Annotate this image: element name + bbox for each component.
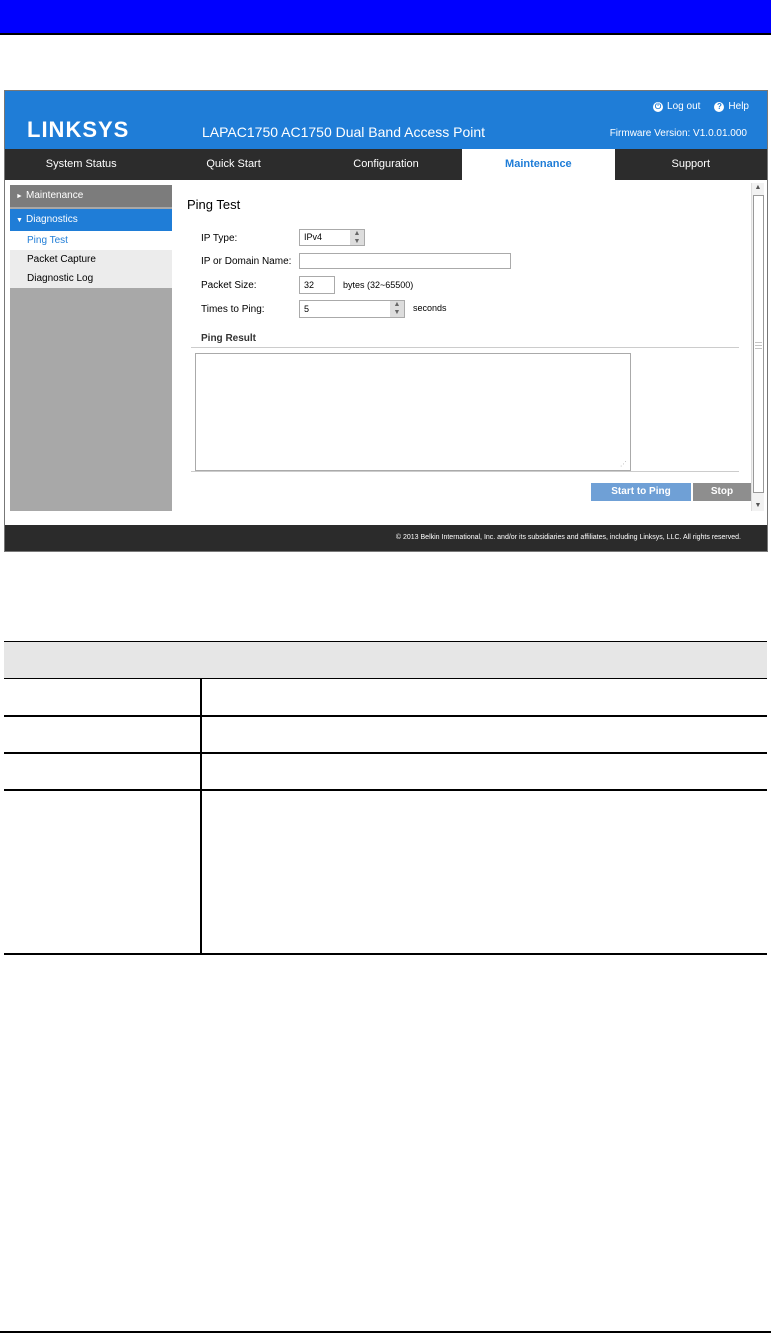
packet-size-label: Packet Size: bbox=[201, 280, 257, 291]
times-to-ping-label: Times to Ping: bbox=[201, 304, 265, 315]
spinner-arrows-icon: ▲ ▼ bbox=[390, 301, 404, 317]
page-bottom-rule bbox=[0, 1331, 771, 1333]
scroll-up-icon[interactable]: ▲ bbox=[752, 183, 764, 193]
scroll-thumb[interactable]: — — — bbox=[753, 195, 764, 493]
tab-configuration[interactable]: Configuration bbox=[310, 149, 462, 180]
tab-system-status[interactable]: System Status bbox=[5, 149, 157, 180]
help-label: Help bbox=[728, 101, 749, 112]
logout-link[interactable]: ⏻ Log out bbox=[653, 101, 700, 112]
sidebar-group-label: Diagnostics bbox=[26, 214, 78, 225]
help-link[interactable]: ? Help bbox=[714, 101, 749, 112]
sidebar-submenu: Ping Test Packet Capture Diagnostic Log bbox=[10, 231, 172, 288]
table-row-divider bbox=[4, 752, 767, 754]
table-header-row bbox=[4, 641, 767, 679]
header-links: ⏻ Log out ? Help bbox=[653, 101, 749, 112]
router-ui-screenshot: LINKSYS LAPAC1750 AC1750 Dual Band Acces… bbox=[4, 90, 768, 552]
table-column-divider bbox=[200, 678, 202, 955]
help-icon: ? bbox=[714, 101, 725, 112]
table-row-divider bbox=[4, 715, 767, 717]
ip-type-label: IP Type: bbox=[201, 233, 238, 244]
start-ping-button[interactable]: Start to Ping bbox=[591, 483, 691, 501]
caret-down-icon: ▼ bbox=[16, 217, 23, 224]
ip-domain-label: IP or Domain Name: bbox=[201, 256, 292, 267]
scroll-down-icon[interactable]: ▼ bbox=[752, 501, 764, 511]
ping-result-textarea[interactable]: ⋰ bbox=[195, 353, 631, 471]
table-row-divider bbox=[4, 953, 767, 955]
sidebar-group-label: Maintenance bbox=[26, 190, 84, 201]
app-header: LINKSYS LAPAC1750 AC1750 Dual Band Acces… bbox=[5, 91, 767, 149]
stop-button[interactable]: Stop bbox=[693, 483, 751, 501]
field-description-table bbox=[4, 641, 767, 955]
power-icon: ⏻ bbox=[653, 101, 664, 112]
ip-type-select[interactable]: IPv4 ▲ ▼ bbox=[299, 229, 365, 246]
divider bbox=[191, 347, 739, 348]
vertical-scrollbar[interactable]: ▲ — — — ▼ bbox=[751, 183, 764, 511]
packet-size-input[interactable]: 32 bbox=[299, 276, 335, 294]
firmware-version: Firmware Version: V1.0.01.000 bbox=[609, 128, 747, 139]
ping-result-title: Ping Result bbox=[201, 333, 257, 344]
main-nav: System Status Quick Start Configuration … bbox=[5, 149, 767, 180]
linksys-logo: LINKSYS bbox=[27, 117, 130, 142]
sidebar-item-diagnostic-log[interactable]: Diagnostic Log bbox=[10, 269, 172, 288]
ip-domain-input[interactable] bbox=[299, 253, 511, 269]
resize-grip-icon[interactable]: ⋰ bbox=[620, 460, 627, 468]
app-footer: © 2013 Belkin International, Inc. and/or… bbox=[5, 525, 767, 551]
sidebar-item-packet-capture[interactable]: Packet Capture bbox=[10, 250, 172, 269]
tab-support[interactable]: Support bbox=[615, 149, 767, 180]
page-title: Ping Test bbox=[187, 197, 241, 212]
table-row-divider bbox=[4, 789, 767, 791]
grip-lines-icon: — — — bbox=[755, 339, 762, 352]
divider bbox=[191, 471, 739, 472]
sidebar-group-maintenance[interactable]: ► Maintenance bbox=[10, 185, 172, 207]
times-to-ping-hint: seconds bbox=[413, 303, 447, 313]
times-to-ping-select[interactable]: 5 ▲ ▼ bbox=[299, 300, 405, 318]
sidebar-item-ping-test[interactable]: Ping Test bbox=[10, 231, 172, 250]
ip-type-value: IPv4 bbox=[304, 232, 323, 242]
main-content: Ping Test IP Type: IPv4 ▲ ▼ IP or Domain … bbox=[181, 185, 751, 515]
sidebar: ► Maintenance ▼ Diagnostics Ping Test Pack… bbox=[10, 185, 172, 511]
logout-label: Log out bbox=[667, 101, 701, 112]
times-to-ping-value: 5 bbox=[304, 304, 310, 314]
spinner-arrows-icon: ▲ ▼ bbox=[350, 230, 364, 245]
packet-size-hint: bytes (32~65500) bbox=[343, 280, 414, 290]
product-title: LAPAC1750 AC1750 Dual Band Access Point bbox=[202, 124, 486, 140]
document-top-bar bbox=[0, 0, 771, 35]
caret-right-icon: ► bbox=[16, 193, 23, 200]
tab-maintenance[interactable]: Maintenance bbox=[462, 149, 615, 180]
tab-quick-start[interactable]: Quick Start bbox=[157, 149, 309, 180]
sidebar-group-diagnostics[interactable]: ▼ Diagnostics bbox=[10, 209, 172, 231]
